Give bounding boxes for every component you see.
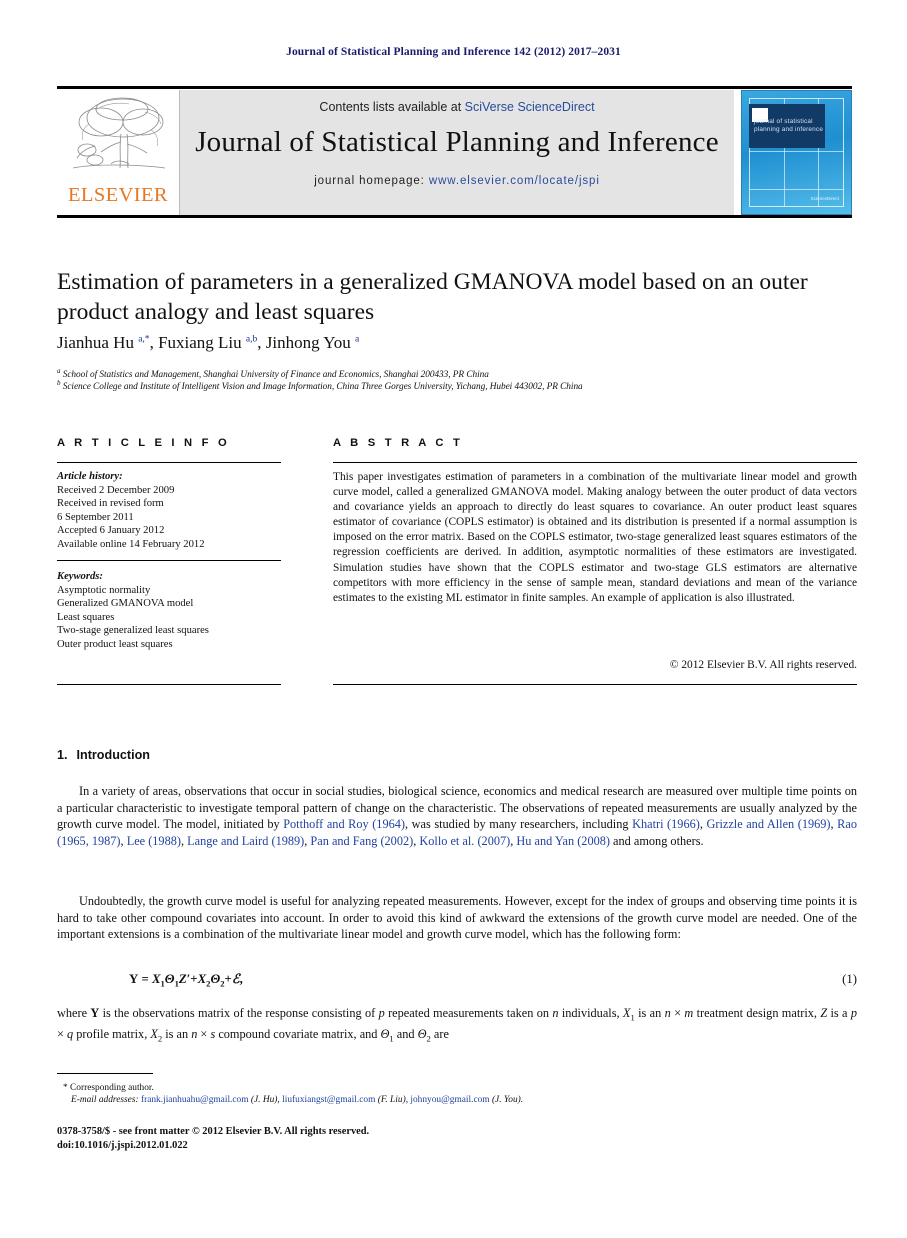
body-paragraph-1: In a variety of areas, observations that… — [57, 784, 857, 848]
cover-hline-2 — [749, 189, 844, 190]
abstract-rule-top — [333, 462, 857, 463]
section-heading-introduction: 1. Introduction — [57, 748, 150, 762]
email-label: E-mail addresses: — [71, 1095, 139, 1105]
history-item: Accepted 6 January 2012 — [57, 525, 165, 537]
imprint-doi: doi:10.1016/j.jspi.2012.01.022 — [57, 1140, 188, 1151]
homepage-url-link[interactable]: www.elsevier.com/locate/jspi — [429, 175, 600, 187]
keywords-block: Keywords: Asymptotic normality Generaliz… — [57, 570, 287, 652]
equation-1: (1) Y = X1Θ1Z′+X2Θ2+ℰ, — [57, 972, 857, 989]
sciencedirect-link[interactable]: SciVerse ScienceDirect — [465, 100, 595, 114]
equation-body: Y = X1Θ1Z′+X2Θ2+ℰ, — [129, 972, 243, 989]
keyword-item: Two-stage generalized least squares — [57, 625, 209, 637]
keyword-item: Asymptotic normality — [57, 584, 151, 596]
masthead-top-rule — [57, 86, 852, 89]
abstract-copyright: © 2012 Elsevier B.V. All rights reserved… — [669, 659, 857, 671]
equation-number: (1) — [842, 972, 857, 986]
article-info-heading: A R T I C L E I N F O — [57, 437, 230, 449]
corresponding-author-marker: * — [63, 1083, 68, 1093]
info-rule-bottom — [57, 684, 281, 685]
page-title: Estimation of parameters in a generalize… — [57, 269, 808, 325]
journal-homepage-line: journal homepage: www.elsevier.com/locat… — [180, 175, 734, 187]
cover-title-box: journal of statistical planning and infe… — [749, 104, 825, 148]
footnote-corresponding-author: * Corresponding author. — [63, 1082, 763, 1094]
abstract-rule-bottom — [333, 684, 857, 685]
contents-band: Contents lists available at SciVerse Sci… — [180, 90, 734, 215]
keyword-item: Least squares — [57, 611, 115, 623]
keyword-item: Outer product least squares — [57, 638, 173, 650]
cover-sciencedirect-mark: ScienceDirect — [810, 196, 839, 202]
elsevier-tree-icon — [65, 94, 173, 180]
info-rule-top — [57, 462, 281, 463]
footnote-rule — [57, 1073, 153, 1074]
article-history-label: Article history: — [57, 471, 123, 482]
elsevier-logo: ELSEVIER — [57, 90, 180, 215]
keywords-label: Keywords: — [57, 571, 103, 582]
email-addresses[interactable]: frank.jianhuahu@gmail.com (J. Hu), liufu… — [141, 1095, 523, 1105]
affiliation-b: b Science College and Institute of Intel… — [57, 379, 583, 393]
section-number: 1. — [57, 748, 68, 762]
keyword-item: Generalized GMANOVA model — [57, 598, 194, 610]
paper-page: Journal of Statistical Planning and Infe… — [0, 0, 907, 1238]
journal-masthead: ELSEVIER Contents lists available at Sci… — [57, 86, 852, 218]
journal-title: Journal of Statistical Planning and Infe… — [195, 126, 719, 158]
author-list: Jianhua Hu a,*, Fuxiang Liu a,b, Jinhong… — [57, 333, 360, 352]
corresponding-author-text: Corresponding author. — [70, 1083, 154, 1093]
body-paragraph-2: Undoubtedly, the growth curve model is u… — [57, 894, 857, 942]
imprint-front-matter: 0378-3758/$ - see front matter © 2012 El… — [57, 1126, 370, 1137]
cover-hline-1 — [749, 151, 844, 152]
history-item: 6 September 2011 — [57, 511, 134, 523]
abstract-text: This paper investigates estimation of pa… — [333, 471, 857, 604]
history-item: Received 2 December 2009 — [57, 484, 175, 496]
contents-available-line: Contents lists available at SciVerse Sci… — [180, 100, 734, 114]
section-title: Introduction — [76, 748, 150, 762]
history-item: Received in revised form — [57, 498, 164, 510]
elsevier-wordmark: ELSEVIER — [68, 184, 168, 206]
journal-cover-thumbnail: journal of statistical planning and infe… — [741, 90, 852, 215]
cover-journal-title: journal of statistical planning and infe… — [754, 118, 824, 133]
running-head: Journal of Statistical Planning and Infe… — [286, 46, 621, 58]
history-item: Available online 14 February 2012 — [57, 538, 205, 550]
article-history-block: Article history: Received 2 December 200… — [57, 470, 287, 552]
info-rule-middle — [57, 560, 281, 561]
abstract-heading: A B S T R A C T — [333, 437, 464, 449]
body-paragraph-3: where Y is the observations matrix of th… — [57, 1006, 858, 1044]
footnote-emails: E-mail addresses: frank.jianhuahu@gmail.… — [71, 1094, 771, 1106]
contents-prefix: Contents lists available at — [319, 100, 465, 114]
homepage-prefix: journal homepage: — [314, 175, 429, 187]
masthead-bottom-rule — [57, 215, 852, 218]
affiliation-b-text: Science College and Institute of Intelli… — [62, 382, 583, 393]
